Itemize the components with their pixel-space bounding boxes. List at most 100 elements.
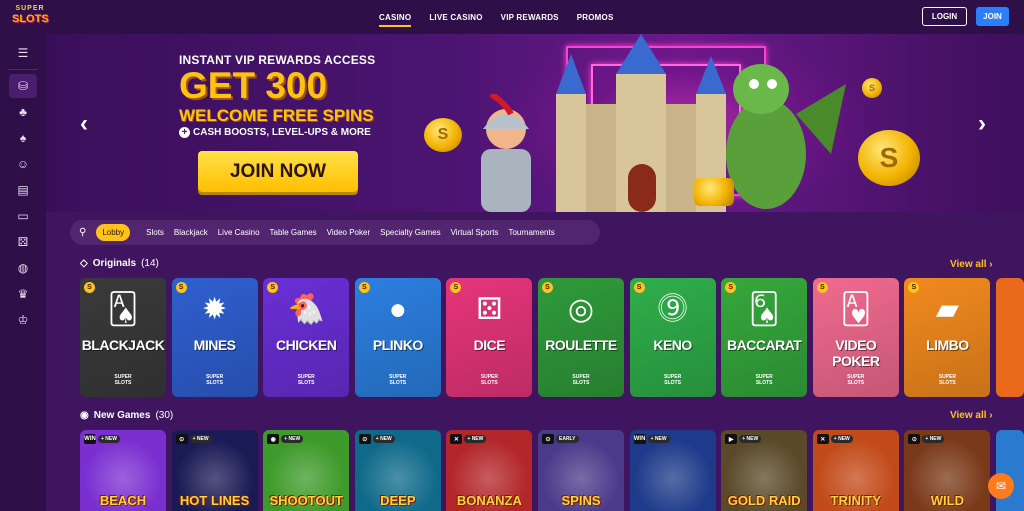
new-game-tile[interactable]: ◉ + NEW SHOOTOUT	[263, 430, 350, 511]
promo-banner[interactable]: INSTANT VIP REWARDS ACCESS GET 300 WELCO…	[46, 34, 1024, 212]
game-tile-keno[interactable]: S ⓽ KENO SUPER SLOTS	[629, 278, 716, 397]
join-button[interactable]: JOIN	[976, 7, 1009, 26]
filter-chip-video-poker[interactable]: Video Poker	[327, 228, 370, 237]
filter-chip-specialty-games[interactable]: Specialty Games	[380, 228, 440, 237]
game-title: WILD	[930, 493, 964, 508]
provider-icon: ◉	[267, 434, 280, 444]
diamond-icon: ◇	[80, 258, 88, 269]
tile-badges: ⊙ EARLY	[542, 434, 579, 444]
new-game-tile[interactable]: ⊙ + NEW DEEP	[354, 430, 441, 511]
tile-badges: ◉ + NEW	[267, 434, 304, 444]
filter-chip-virtual-sports[interactable]: Virtual Sports	[451, 228, 499, 237]
new-tag: + NEW	[189, 435, 212, 443]
tile-badges: ⊙ + NEW	[175, 434, 212, 444]
filter-chip-table-games[interactable]: Table Games	[270, 228, 317, 237]
game-title: TRINITY	[830, 493, 882, 508]
top-bar: SUPER SLOTS CASINO LIVE CASINO VIP REWAR…	[0, 0, 1024, 34]
game-title: DICE	[473, 337, 506, 353]
basketball-icon[interactable]: ◍	[9, 256, 37, 280]
new-game-tile[interactable]: ⊙ + NEW HOT LINES	[171, 430, 258, 511]
game-art-icon: ⚄	[476, 293, 503, 326]
nav-live-casino[interactable]: LIVE CASINO	[420, 0, 491, 34]
crown-icon[interactable]: ♔	[9, 308, 37, 332]
new-game-tile[interactable]: WIN + NEW BEACH	[80, 430, 166, 511]
game-title: BONANZA	[456, 493, 522, 508]
new-tag: + NEW	[739, 435, 762, 443]
banner-cash-line: + CASH BOOSTS, LEVEL-UPS & MORE	[179, 127, 371, 138]
brand-mark: SUPER SLOTS	[755, 374, 773, 386]
game-tile-partial[interactable]	[996, 278, 1024, 397]
game-title: CHICKEN	[276, 337, 337, 353]
tile-badges: ✕ + NEW	[450, 434, 487, 444]
provider-icon: ✕	[450, 434, 463, 444]
nav-promos[interactable]: PROMOS	[568, 0, 623, 34]
new-games-view-all-link[interactable]: View all ›	[950, 410, 993, 421]
game-title: HOT LINES	[179, 493, 250, 508]
new-game-tile[interactable]: ⊙ EARLY SPINS	[538, 430, 624, 511]
game-art-icon: ▰	[935, 293, 959, 326]
originals-view-all-link[interactable]: View all ›	[950, 259, 993, 270]
cherries-icon[interactable]: ♣	[9, 100, 37, 124]
hamburger-icon[interactable]: ☰	[9, 41, 37, 65]
brand-mark: SUPER SLOTS	[297, 374, 315, 386]
brand-mark: SUPER SLOTS	[572, 374, 590, 386]
filter-chip-live-casino[interactable]: Live Casino	[218, 228, 260, 237]
trophy-icon[interactable]: ♛	[9, 282, 37, 306]
game-tile-limbo[interactable]: S ▰ LIMBO SUPER SLOTS	[904, 278, 991, 397]
nav-vip-rewards[interactable]: VIP REWARDS	[492, 0, 568, 34]
game-tile-mines[interactable]: S ✹ MINES SUPER SLOTS	[171, 278, 258, 397]
category-filter-bar: ⚲ Lobby Slots Blackjack Live Casino Table Ga…	[70, 220, 600, 245]
nav-casino[interactable]: CASINO	[370, 0, 420, 34]
game-tile-chicken[interactable]: S 🐔 CHICKEN SUPER SLOTS	[263, 278, 350, 397]
spade-icon[interactable]: ♠	[9, 126, 37, 150]
game-tile-baccarat[interactable]: S 🂦 BACCARAT SUPER SLOTS	[721, 278, 808, 397]
filter-chip-lobby[interactable]: Lobby	[96, 224, 131, 241]
game-tile-dice[interactable]: S ⚄ DICE SUPER SLOTS	[446, 278, 533, 397]
dice-icon[interactable]: ⚄	[9, 230, 37, 254]
game-tile-plinko[interactable]: S ● PLINKO SUPER SLOTS	[354, 278, 441, 397]
eye-icon: ◉	[80, 410, 89, 421]
new-tag: + NEW	[281, 435, 304, 443]
new-game-tile[interactable]: WIN + NEW	[629, 430, 716, 511]
banner-prev-arrow-icon[interactable]: ‹	[80, 110, 88, 138]
banner-headline-2: WELCOME FREE SPINS	[179, 106, 374, 125]
filter-chip-slots[interactable]: Slots	[146, 228, 164, 237]
main-nav: CASINO LIVE CASINO VIP REWARDS PROMOS	[370, 0, 623, 34]
game-tile-blackjack[interactable]: S 🂡 BLACKJACK SUPER SLOTS	[80, 278, 166, 397]
brand-mark: SUPER SLOTS	[114, 374, 132, 386]
game-title: DEEP	[380, 493, 416, 508]
join-now-button[interactable]: JOIN NOW	[198, 151, 358, 192]
new-tag: + NEW	[830, 435, 853, 443]
new-game-tile[interactable]: ⊙ + NEW WILD	[904, 430, 991, 511]
knight-illustration	[481, 94, 531, 212]
logo[interactable]: SUPER SLOTS	[12, 5, 49, 29]
new-tag: EARLY	[556, 435, 579, 443]
laptop-icon[interactable]: ▭	[9, 204, 37, 228]
chips-icon[interactable]: ⛁	[9, 74, 37, 98]
game-art-icon: ⓽	[657, 293, 688, 326]
game-tile-roulette[interactable]: S ◎ ROULETTE SUPER SLOTS	[538, 278, 624, 397]
game-art-icon: ✹	[202, 293, 228, 326]
game-art-icon: 🂦	[748, 293, 780, 326]
game-title: PLINKO	[372, 337, 423, 353]
banner-next-arrow-icon[interactable]: ›	[978, 110, 986, 138]
cards-icon[interactable]: ▤	[9, 178, 37, 202]
sidebar: ☰ ⛁ ♣ ♠ ☺ ▤ ▭ ⚄ ◍ ♛ ♔	[0, 34, 46, 511]
tile-badges: ⊙ + NEW	[358, 434, 395, 444]
game-tile-video-poker[interactable]: S 🂱 VIDEO POKER SUPER SLOTS	[812, 278, 899, 397]
new-game-tile[interactable]: ▶ + NEW GOLD RAID	[721, 430, 808, 511]
game-title: KENO	[653, 337, 692, 353]
filter-chip-tournaments[interactable]: Tournaments	[508, 228, 554, 237]
provider-icon: ⊙	[358, 434, 371, 444]
tile-badges: WIN + NEW	[633, 434, 670, 444]
chat-icon[interactable]: ✉	[988, 473, 1014, 499]
new-game-tile[interactable]: ✕ + NEW BONANZA	[446, 430, 533, 511]
filter-chip-blackjack[interactable]: Blackjack	[174, 228, 208, 237]
search-icon[interactable]: ⚲	[79, 227, 86, 238]
brand-mark: SUPER SLOTS	[847, 374, 865, 386]
tile-badges: ▶ + NEW	[725, 434, 762, 444]
login-button[interactable]: LOGIN	[922, 7, 967, 26]
game-title: SPINS	[561, 493, 601, 508]
new-game-tile[interactable]: ✕ + NEW TRINITY	[812, 430, 899, 511]
dealer-icon[interactable]: ☺	[9, 152, 37, 176]
